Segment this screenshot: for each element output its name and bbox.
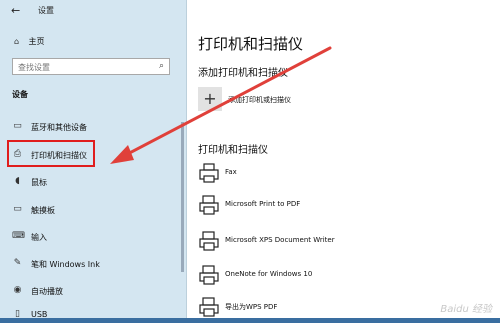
watermark: Baidu 经验 <box>440 304 492 315</box>
annotation-arrow <box>110 46 332 164</box>
taskbar-edge <box>0 318 500 323</box>
